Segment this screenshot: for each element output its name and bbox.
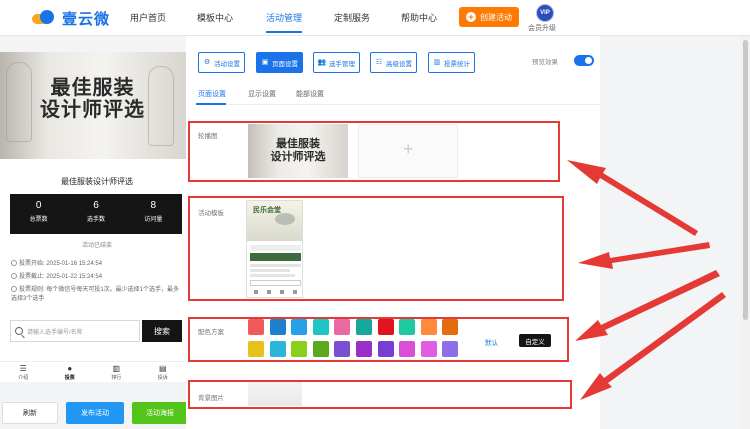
arrow-background <box>580 292 726 400</box>
arrow-carousel <box>567 160 698 236</box>
annotation-arrows <box>567 160 726 400</box>
arrow-color-scheme <box>575 270 720 341</box>
arrow-template <box>578 242 710 269</box>
page: 壹云微 用户首页 模板中心 活动管理 定制服务 帮助中心 + 创建活动 VIP … <box>0 0 750 429</box>
scrollbar-thumb[interactable] <box>743 40 748 320</box>
